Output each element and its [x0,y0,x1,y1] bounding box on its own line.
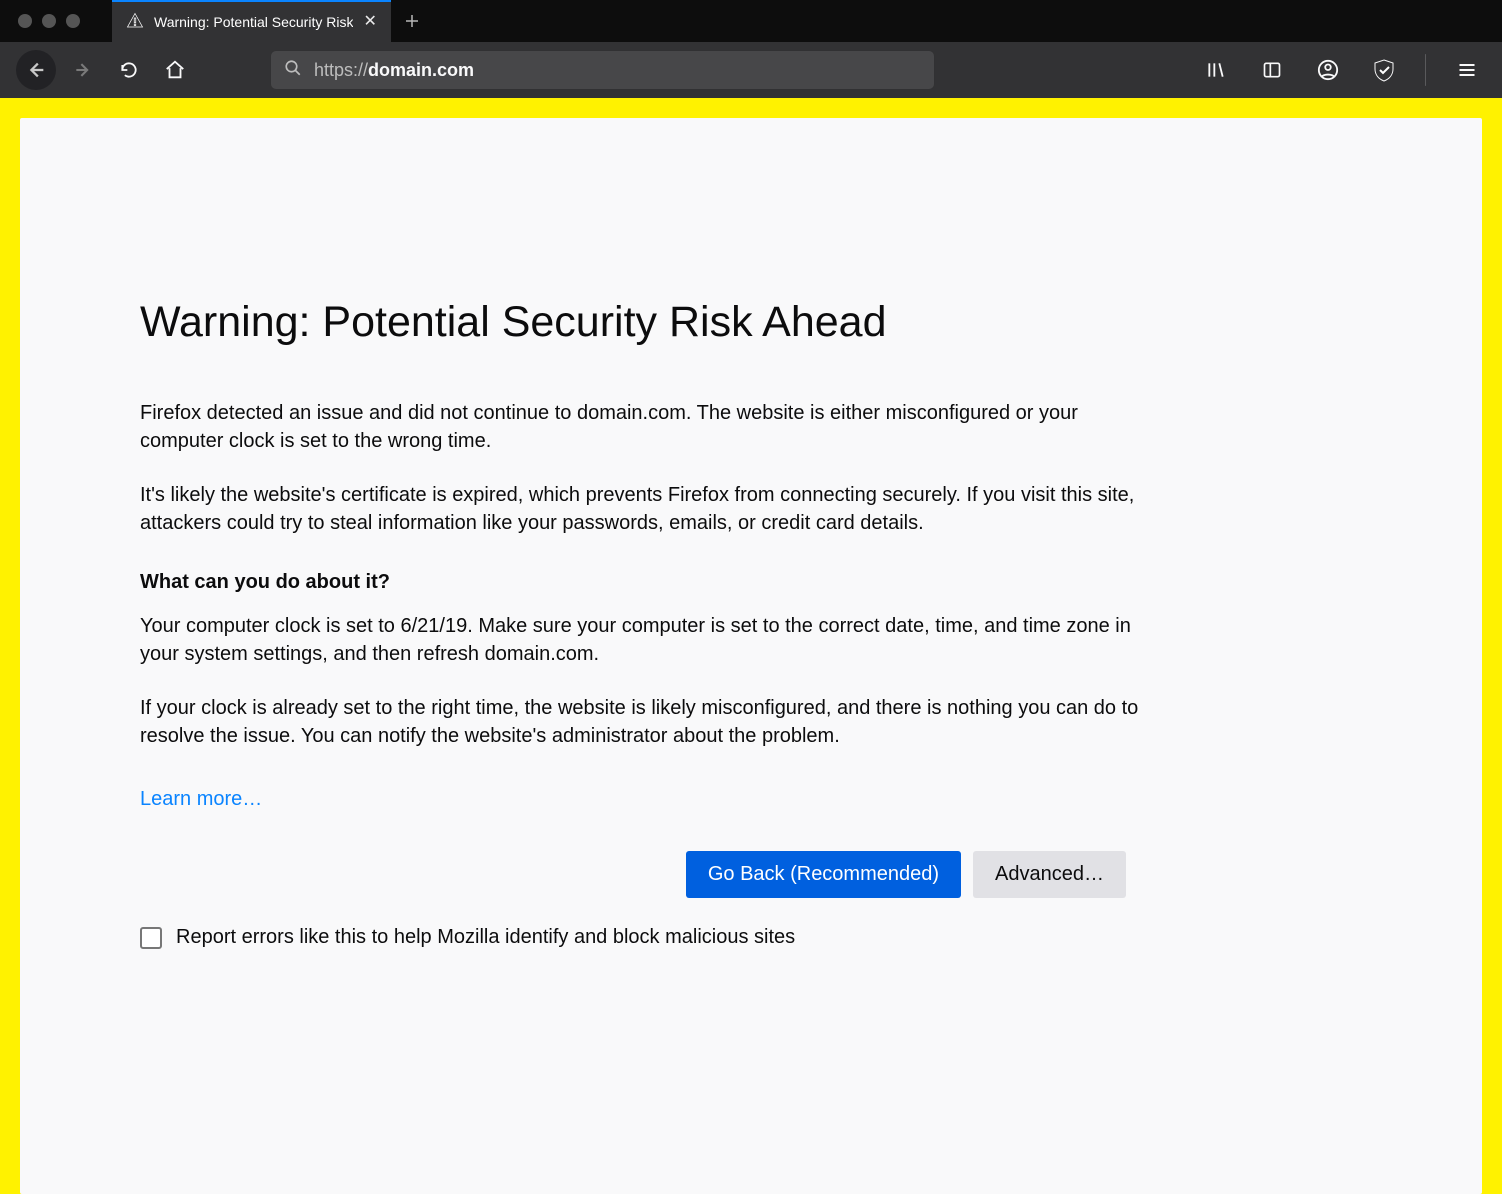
page-viewport: Warning: Potential Security Risk Ahead F… [0,98,1502,1194]
account-icon[interactable] [1309,51,1347,89]
page-title: Warning: Potential Security Risk Ahead [140,298,1150,347]
window-close-button[interactable] [18,14,32,28]
warning-triangle-icon [126,12,144,33]
new-tab-button[interactable] [391,0,433,42]
reload-button[interactable] [110,51,148,89]
warning-paragraph-1: Firefox detected an issue and did not co… [140,399,1150,455]
url-text: https://domain.com [314,60,474,81]
sidebar-icon[interactable] [1253,51,1291,89]
browser-tab-active[interactable]: Warning: Potential Security Risk ✕ [112,0,391,42]
window-maximize-button[interactable] [66,14,80,28]
advanced-button[interactable]: Advanced… [973,851,1126,898]
window-minimize-button[interactable] [42,14,56,28]
report-errors-checkbox[interactable] [140,927,162,949]
search-icon [284,59,302,82]
tab-strip: Warning: Potential Security Risk ✕ [112,0,433,42]
what-can-you-do-heading: What can you do about it? [140,571,1150,594]
tab-title: Warning: Potential Security Risk [154,14,353,30]
report-errors-label: Report errors like this to help Mozilla … [176,926,795,949]
toolbar-separator [1425,54,1426,86]
window-titlebar: Warning: Potential Security Risk ✕ [0,0,1502,42]
home-button[interactable] [156,51,194,89]
go-back-button[interactable]: Go Back (Recommended) [686,851,961,898]
close-tab-icon[interactable]: ✕ [363,14,376,30]
learn-more-link[interactable]: Learn more… [140,788,262,811]
url-bar[interactable]: https://domain.com [270,50,935,90]
warning-paragraph-3: Your computer clock is set to 6/21/19. M… [140,612,1150,668]
library-icon[interactable] [1197,51,1235,89]
report-errors-row[interactable]: Report errors like this to help Mozilla … [140,926,1150,949]
button-row: Go Back (Recommended) Advanced… [140,851,1150,898]
window-controls [18,0,112,42]
back-button[interactable] [16,50,56,90]
url-domain: domain.com [368,60,474,80]
toolbar-right-icons [1197,51,1486,89]
navigation-toolbar: https://domain.com [0,42,1502,98]
forward-button[interactable] [64,51,102,89]
warning-paragraph-2: It's likely the website's certificate is… [140,481,1150,537]
warning-paragraph-4: If your clock is already set to the righ… [140,694,1150,750]
protection-shield-icon[interactable] [1365,51,1403,89]
url-protocol: https:// [314,60,368,80]
app-menu-icon[interactable] [1448,51,1486,89]
warning-page: Warning: Potential Security Risk Ahead F… [20,118,1482,1194]
